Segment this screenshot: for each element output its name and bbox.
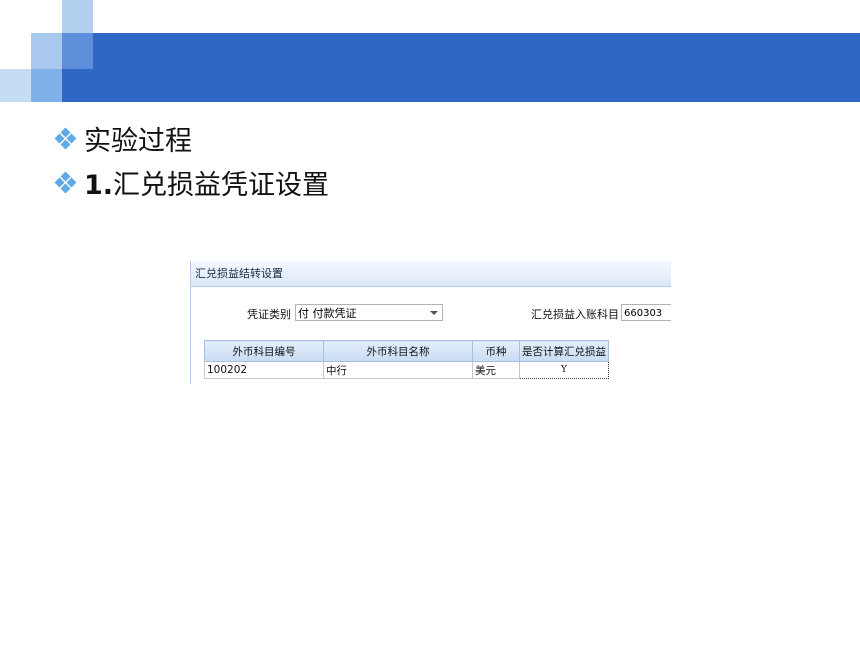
diamond-bullet-icon xyxy=(54,171,77,193)
column-header[interactable]: 外币科目名称 xyxy=(323,340,473,362)
cell-account-name[interactable]: 中行 xyxy=(323,361,473,379)
header-banner xyxy=(62,33,860,102)
cell-account-code[interactable]: 100202 xyxy=(204,361,324,379)
deco-square xyxy=(31,33,62,69)
diamond-bullet-icon xyxy=(54,127,77,149)
table-header-row: 外币科目编号 外币科目名称 币种 是否计算汇兑损益 xyxy=(204,340,609,362)
dropdown-arrow-icon[interactable] xyxy=(430,311,438,315)
bullet-number: 1. xyxy=(84,170,114,201)
table-row[interactable]: 100202 中行 美元 Y xyxy=(204,361,609,379)
account-input[interactable]: 660303 xyxy=(621,304,671,321)
cell-currency[interactable]: 美元 xyxy=(472,361,520,379)
deco-square xyxy=(31,69,62,102)
currency-account-table: 外币科目编号 外币科目名称 币种 是否计算汇兑损益 100202 中行 美元 Y xyxy=(204,340,609,379)
dialog-body: 凭证类别 付 付款凭证 汇兑损益入账科目 660303 外币科目编号 外币科目名… xyxy=(191,288,671,384)
voucher-type-select[interactable]: 付 付款凭证 xyxy=(295,304,443,321)
column-header[interactable]: 币种 xyxy=(472,340,520,362)
voucher-type-value: 付 付款凭证 xyxy=(298,307,357,320)
bullet-text: 1.汇兑损益凭证设置 xyxy=(84,163,329,202)
bullet-item: 1.汇兑损益凭证设置 xyxy=(54,163,329,202)
dialog-title: 汇兑损益结转设置 xyxy=(191,261,671,287)
deco-square xyxy=(0,69,31,102)
bullet-item: 实验过程 xyxy=(54,119,192,158)
voucher-type-label: 凭证类别 xyxy=(247,308,291,321)
deco-square xyxy=(62,0,93,33)
column-header[interactable]: 外币科目编号 xyxy=(204,340,324,362)
account-label: 汇兑损益入账科目 xyxy=(531,308,619,321)
cell-calc-flag[interactable]: Y xyxy=(519,361,609,379)
deco-square xyxy=(62,33,93,69)
bullet-label: 汇兑损益凭证设置 xyxy=(113,170,330,201)
column-header[interactable]: 是否计算汇兑损益 xyxy=(519,340,609,362)
exchange-settings-dialog: 汇兑损益结转设置 凭证类别 付 付款凭证 汇兑损益入账科目 660303 外币科… xyxy=(190,261,671,384)
bullet-text: 实验过程 xyxy=(84,126,192,157)
